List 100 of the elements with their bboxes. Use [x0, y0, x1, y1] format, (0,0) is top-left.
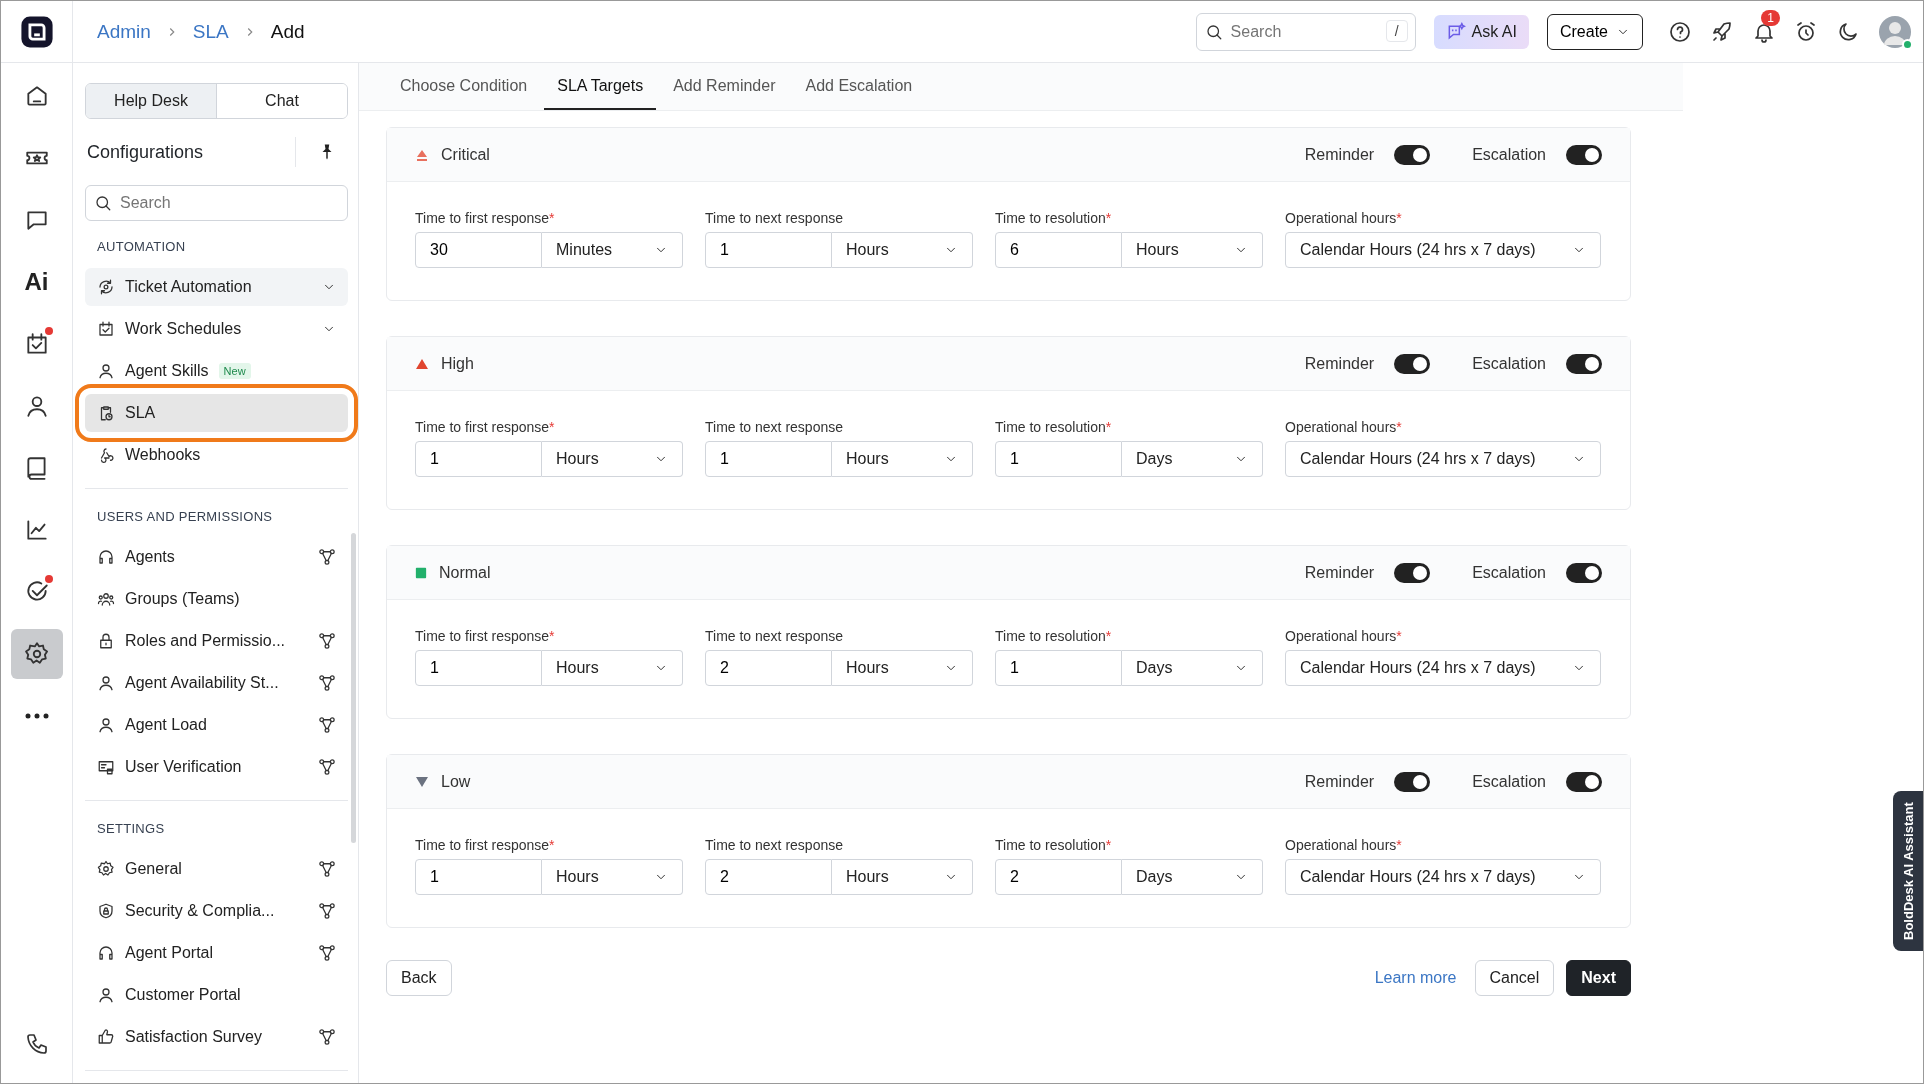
field-label: Operational hours* [1285, 628, 1403, 644]
nav-item[interactable]: General [85, 850, 348, 888]
nav-item[interactable]: Groups (Teams) [85, 580, 348, 618]
calendar-check-icon [97, 320, 115, 338]
panel-title: Configurations [87, 141, 204, 163]
learn-more-link[interactable]: Learn more [1374, 969, 1457, 987]
priority-name: Critical [441, 145, 491, 164]
nav-item[interactable]: Roles and Permissio... [85, 622, 348, 660]
toggle-switch[interactable] [1394, 144, 1431, 165]
number-field[interactable]: 2 [705, 650, 832, 686]
settings-icon [97, 860, 115, 878]
unit-dropdown[interactable]: Hours [542, 650, 683, 686]
unit-dropdown[interactable]: Hours [542, 859, 683, 895]
nav-item[interactable]: Webhooks [85, 436, 348, 474]
unit-dropdown[interactable]: Hours [542, 441, 683, 477]
breadcrumb-link[interactable]: Admin [97, 20, 151, 43]
hours-dropdown[interactable]: Calendar Hours (24 hrs x 7 days) [1285, 650, 1601, 686]
number-field[interactable]: 6 [995, 232, 1122, 268]
toggle-switch[interactable] [1394, 771, 1431, 792]
hierarchy-icon [318, 944, 336, 962]
unit-dropdown[interactable]: Hours [832, 650, 973, 686]
nav-item[interactable]: Agent Portal [85, 934, 348, 972]
nav-item[interactable]: Agent Availability St... [85, 664, 348, 702]
nav-item[interactable]: Ticket Automation [85, 268, 348, 306]
hierarchy-icon [318, 548, 336, 566]
toggle-switch[interactable] [1566, 562, 1602, 583]
nav-item-label: General [125, 860, 182, 878]
nav-item-label: Work Schedules [125, 320, 242, 338]
nav-item[interactable]: Agents [85, 538, 348, 576]
priority-name: Low [441, 772, 472, 791]
search-icon [1204, 22, 1223, 41]
next-button[interactable]: Next [1566, 960, 1631, 996]
toggle-switch[interactable] [1566, 353, 1602, 374]
hierarchy-icon [318, 902, 336, 920]
number-field[interactable]: 1 [415, 859, 542, 895]
assistant-tab[interactable]: BoldDesk AI Assistant [1893, 791, 1923, 951]
unit-dropdown[interactable]: Hours [832, 441, 973, 477]
number-field[interactable]: 1 [415, 650, 542, 686]
nav-item[interactable]: Agent Load [85, 706, 348, 744]
unit-dropdown[interactable]: Days [1122, 650, 1263, 686]
unit-dropdown[interactable]: Days [1122, 441, 1263, 477]
person-icon [97, 362, 115, 380]
toggle-switch[interactable] [1394, 353, 1431, 374]
nav-item[interactable]: Work Schedules [85, 310, 348, 348]
person-icon [97, 986, 115, 1004]
toggle-switch[interactable] [1394, 562, 1431, 583]
online-status-dot [1902, 38, 1913, 50]
nav-item[interactable]: Satisfaction Survey [85, 1018, 348, 1056]
ask-ai-button[interactable]: Ask AI [1433, 14, 1529, 49]
step-tab[interactable]: SLA Targets [544, 63, 657, 110]
number-field[interactable]: 1 [415, 441, 542, 477]
shield-lock-icon [97, 902, 115, 920]
number-field[interactable]: 1 [705, 441, 832, 477]
gear-nav-button[interactable] [10, 629, 63, 679]
field-label: Time to first response* [415, 628, 556, 644]
id-card-icon [97, 758, 115, 776]
nav-item-label: Webhooks [125, 446, 201, 464]
unit-dropdown[interactable]: Hours [1122, 232, 1263, 268]
unit-dropdown[interactable]: Days [1122, 859, 1263, 895]
number-field[interactable]: 1 [995, 441, 1122, 477]
unit-dropdown[interactable]: Hours [832, 859, 973, 895]
field-label: Time to next response [705, 210, 844, 226]
create-button[interactable]: Create [1546, 13, 1643, 50]
hours-dropdown[interactable]: Calendar Hours (24 hrs x 7 days) [1285, 441, 1601, 477]
number-field[interactable]: 1 [705, 232, 832, 268]
toggle-switch[interactable] [1566, 144, 1602, 165]
step-tab[interactable]: Add Escalation [792, 63, 926, 110]
field-label: Operational hours* [1285, 837, 1403, 853]
shortcut-key: / [1385, 19, 1408, 42]
cancel-button[interactable]: Cancel [1474, 960, 1555, 996]
field-label: Time to resolution* [995, 419, 1113, 435]
segment-tab[interactable]: Help Desk [86, 84, 216, 118]
ai-nav-button[interactable]: Ai [10, 257, 63, 307]
nav-item[interactable]: Customer Portal [85, 976, 348, 1014]
toggle-switch[interactable] [1566, 771, 1602, 792]
step-tab[interactable]: Add Reminder [660, 63, 789, 110]
nav-item-label: Agent Skills [125, 362, 209, 380]
hours-dropdown[interactable]: Calendar Hours (24 hrs x 7 days) [1285, 232, 1601, 268]
unit-dropdown[interactable]: Minutes [542, 232, 683, 268]
scrollbar[interactable] [351, 533, 356, 843]
section-heading: USERS AND PERMISSIONS [96, 509, 274, 524]
nav-item[interactable]: Agent Skills New [85, 352, 348, 390]
user-avatar[interactable] [1879, 15, 1911, 48]
hours-dropdown[interactable]: Calendar Hours (24 hrs x 7 days) [1285, 859, 1601, 895]
segment-tab[interactable]: Chat [216, 84, 347, 118]
number-field[interactable]: 30 [415, 232, 542, 268]
number-field[interactable]: 1 [995, 650, 1122, 686]
number-field[interactable]: 2 [995, 859, 1122, 895]
number-field[interactable]: 2 [705, 859, 832, 895]
back-button[interactable]: Back [386, 960, 452, 996]
step-tab[interactable]: Choose Condition [387, 63, 541, 110]
breadcrumb-link[interactable]: SLA [192, 20, 229, 43]
search-field[interactable]: Search [85, 185, 348, 221]
nav-item[interactable]: Security & Complia... [85, 892, 348, 930]
breadcrumb-current: Add [270, 20, 305, 43]
toggle-label: Reminder [1304, 772, 1375, 791]
priority-name: High [441, 354, 475, 373]
nav-item[interactable]: User Verification [85, 748, 348, 786]
unit-dropdown[interactable]: Hours [832, 232, 973, 268]
app-logo-icon [19, 14, 54, 49]
